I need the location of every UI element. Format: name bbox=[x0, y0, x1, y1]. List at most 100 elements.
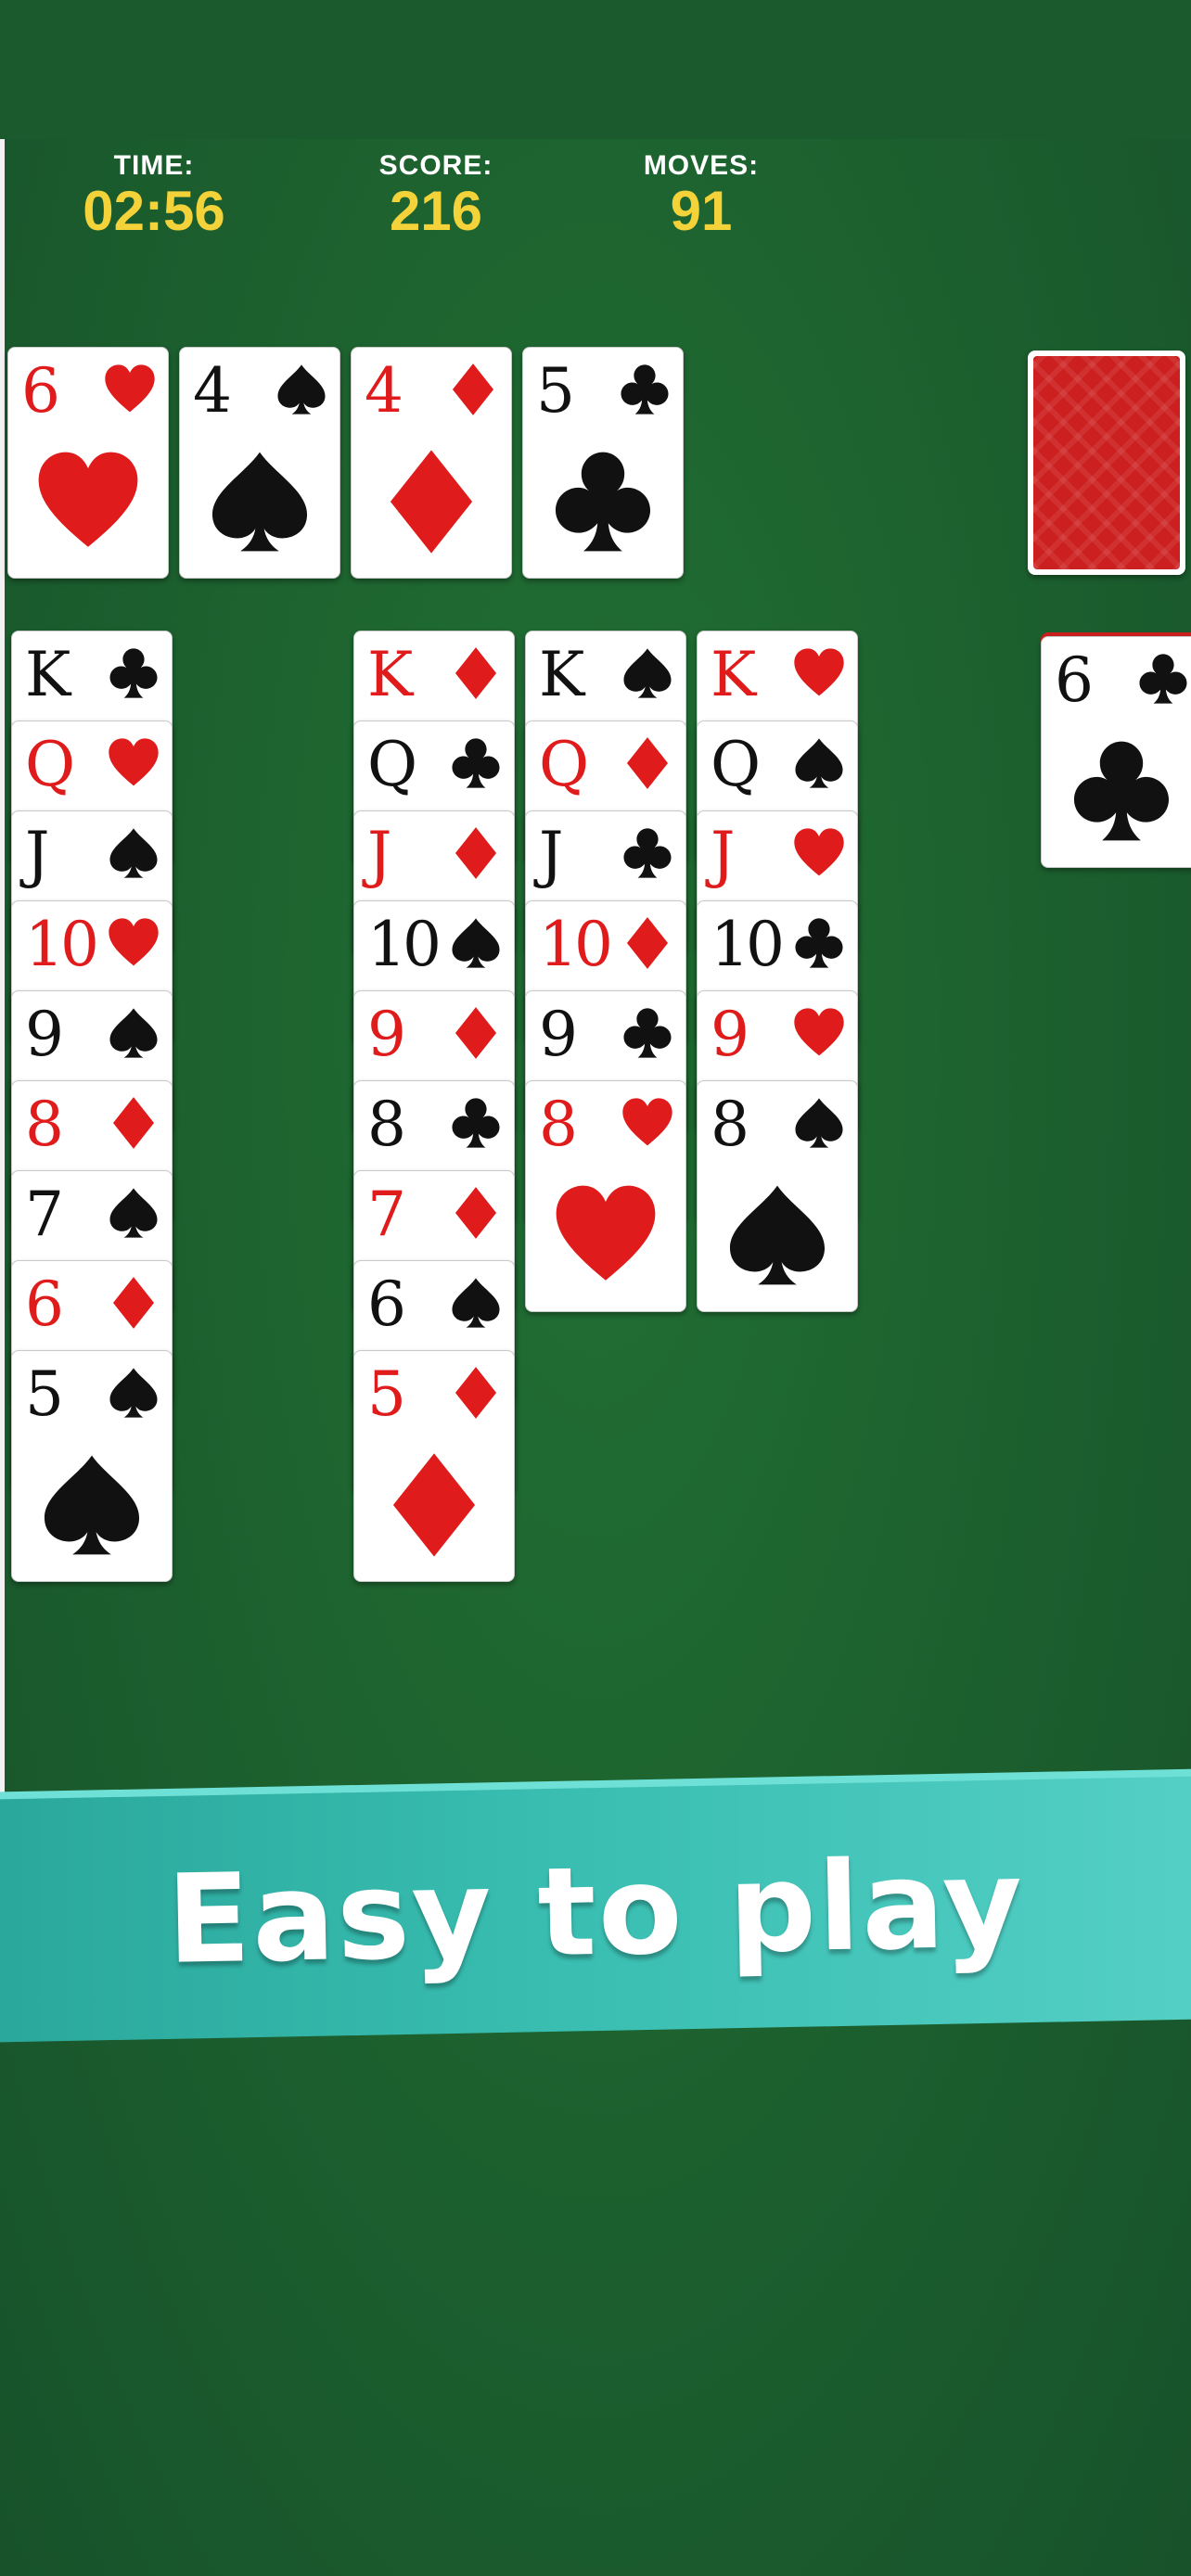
club-icon bbox=[795, 918, 843, 968]
spade-icon bbox=[623, 648, 672, 698]
spade-icon bbox=[44, 1455, 140, 1555]
heart-icon bbox=[109, 738, 159, 786]
diamond-icon bbox=[390, 450, 473, 554]
club-icon bbox=[109, 648, 158, 698]
spade-icon bbox=[452, 918, 500, 968]
banner-text: Easy to play bbox=[165, 1832, 1026, 1992]
diamond-icon bbox=[626, 737, 669, 789]
spade-icon bbox=[795, 738, 843, 788]
card-rank: 7 bbox=[25, 1179, 64, 1250]
card-5-of-clubs[interactable]: 5 bbox=[522, 347, 684, 579]
card-rank: K bbox=[539, 639, 584, 710]
diamond-icon bbox=[455, 647, 497, 699]
heart-icon bbox=[105, 364, 155, 413]
card-rank: Q bbox=[539, 729, 589, 800]
card-rank: 8 bbox=[367, 1089, 406, 1160]
card-back bbox=[1033, 356, 1180, 569]
diamond-icon bbox=[455, 1187, 497, 1239]
card-rank: 5 bbox=[536, 355, 575, 427]
card-rank: K bbox=[367, 639, 413, 710]
spade-icon bbox=[109, 1008, 158, 1058]
heart-icon bbox=[794, 648, 844, 696]
spade-icon bbox=[795, 1098, 843, 1148]
card-rank: Q bbox=[25, 729, 75, 800]
spade-icon bbox=[277, 364, 326, 414]
club-icon bbox=[623, 1008, 672, 1058]
club-icon bbox=[1073, 741, 1170, 841]
card-rank: 8 bbox=[25, 1089, 64, 1160]
diamond-icon bbox=[455, 1367, 497, 1419]
card-4-of-diamonds[interactable]: 4 bbox=[351, 347, 512, 579]
card-6-of-clubs[interactable]: 6 bbox=[1041, 636, 1191, 868]
card-6-of-hearts[interactable]: 6 bbox=[7, 347, 169, 579]
card-rank: 5 bbox=[25, 1358, 64, 1430]
club-icon bbox=[555, 452, 651, 552]
card-rank: K bbox=[25, 639, 70, 710]
diamond-icon bbox=[112, 1277, 155, 1329]
card-8-of-hearts[interactable]: 8 bbox=[525, 1080, 686, 1312]
club-icon bbox=[621, 364, 669, 414]
card-rank: J bbox=[25, 819, 50, 890]
spade-icon bbox=[729, 1185, 826, 1285]
time-display: TIME: 02:56 bbox=[33, 150, 275, 239]
card-5-of-diamonds[interactable]: 5 bbox=[353, 1350, 515, 1582]
heart-icon bbox=[794, 1008, 844, 1056]
diamond-icon bbox=[455, 827, 497, 879]
spade-icon bbox=[109, 1188, 158, 1238]
card-rank: 9 bbox=[367, 999, 406, 1070]
heart-icon bbox=[622, 1098, 672, 1146]
status-bar-area bbox=[0, 0, 1191, 139]
card-8-of-spades[interactable]: 8 bbox=[697, 1080, 858, 1312]
club-icon bbox=[1139, 654, 1187, 704]
moves-display: MOVES: 91 bbox=[581, 150, 822, 239]
card-rank: J bbox=[367, 819, 392, 890]
spade-icon bbox=[452, 1278, 500, 1328]
card-rank: K bbox=[711, 639, 756, 710]
heart-icon bbox=[38, 452, 138, 547]
card-rank: J bbox=[539, 819, 564, 890]
card-5-of-spades[interactable]: 5 bbox=[11, 1350, 173, 1582]
card-rank: 10 bbox=[25, 909, 99, 980]
club-icon bbox=[623, 828, 672, 878]
card-rank: 10 bbox=[367, 909, 442, 980]
card-rank: 6 bbox=[1055, 644, 1094, 716]
club-icon bbox=[452, 738, 500, 788]
diamond-icon bbox=[455, 1007, 497, 1059]
stock-pile[interactable] bbox=[1028, 351, 1185, 575]
card-rank: 8 bbox=[711, 1089, 749, 1160]
time-label: TIME: bbox=[113, 150, 195, 181]
card-rank: Q bbox=[711, 729, 761, 800]
card-rank: J bbox=[711, 819, 736, 890]
card-rank: 4 bbox=[193, 355, 232, 427]
card-4-of-spades[interactable]: 4 bbox=[179, 347, 340, 579]
diamond-icon bbox=[112, 1097, 155, 1149]
card-rank: 9 bbox=[711, 999, 749, 1070]
moves-value: 91 bbox=[670, 180, 733, 242]
card-rank: 5 bbox=[367, 1358, 406, 1430]
card-rank: 7 bbox=[367, 1179, 406, 1250]
card-rank: Q bbox=[367, 729, 417, 800]
card-rank: 9 bbox=[25, 999, 64, 1070]
card-rank: 4 bbox=[365, 355, 403, 427]
heart-icon bbox=[556, 1185, 656, 1281]
score-label: SCORE: bbox=[378, 150, 493, 181]
card-rank: 6 bbox=[367, 1269, 406, 1340]
card-rank: 10 bbox=[711, 909, 785, 980]
screen-edge bbox=[0, 139, 5, 1808]
card-rank: 6 bbox=[21, 355, 60, 427]
diamond-icon bbox=[626, 917, 669, 969]
time-value: 02:56 bbox=[83, 180, 225, 242]
card-rank: 6 bbox=[25, 1269, 64, 1340]
moves-label: MOVES: bbox=[643, 150, 760, 181]
diamond-icon bbox=[392, 1453, 476, 1557]
spade-icon bbox=[211, 452, 308, 552]
heart-icon bbox=[109, 918, 159, 966]
diamond-icon bbox=[452, 363, 494, 415]
club-icon bbox=[452, 1098, 500, 1148]
heart-icon bbox=[794, 828, 844, 876]
score-value: 216 bbox=[389, 180, 483, 242]
card-rank: 8 bbox=[539, 1089, 578, 1160]
card-rank: 10 bbox=[539, 909, 613, 980]
spade-icon bbox=[109, 1368, 158, 1418]
score-display: SCORE: 216 bbox=[315, 150, 557, 239]
